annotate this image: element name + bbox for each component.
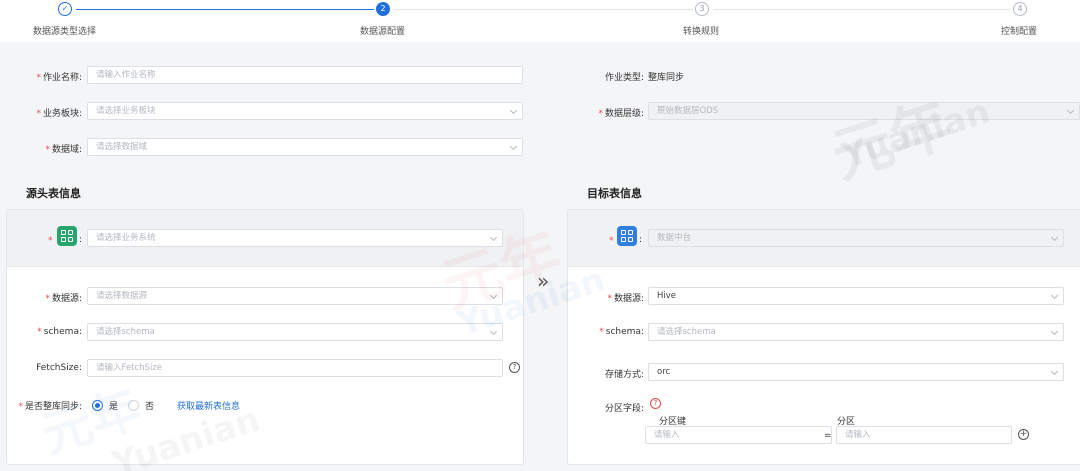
job-type-label: 作业类型: <box>604 73 644 83</box>
data-layer-select: 原始数据层ODS <box>648 102 1080 120</box>
data-platform-icon <box>617 226 637 246</box>
source-schema-select[interactable]: 请选择schema <box>87 323 503 341</box>
step-bar: ✓ 2 3 4 数据源类型选择 数据源配置 转换规则 控制配置 <box>0 0 1080 42</box>
chevron-down-icon <box>1050 291 1059 300</box>
step-1-label[interactable]: 数据源类型选择 <box>33 24 96 37</box>
full-sync-label: * 是否整库同步: <box>18 402 82 412</box>
source-system-colon: : <box>79 235 83 245</box>
data-domain-select[interactable]: 请选择数据域 <box>87 138 523 156</box>
source-schema-label: * schema: <box>37 327 82 337</box>
chevron-down-icon <box>509 142 518 151</box>
job-name-input[interactable]: 请输入作业名称 <box>87 66 523 84</box>
chevron-down-icon <box>509 106 518 115</box>
step-4-label[interactable]: 控制配置 <box>1001 24 1037 37</box>
target-schema-label: * schema: <box>599 327 644 337</box>
job-type-value: 整库同步 <box>648 73 685 83</box>
step-2-connector <box>394 9 693 10</box>
partition-key-input[interactable]: 请输入 <box>645 426 832 444</box>
transfer-arrow-icon: » <box>537 269 550 293</box>
add-partition-icon[interactable]: + <box>1018 429 1029 440</box>
full-sync-no-label[interactable]: 否 <box>145 399 154 412</box>
watermark-logo-cn: 元年 <box>823 88 960 193</box>
target-system-required: * <box>609 236 614 246</box>
full-sync-no-radio[interactable] <box>128 400 139 411</box>
job-name-label: * 作业名称: <box>36 73 82 83</box>
chevron-down-icon <box>489 233 498 242</box>
config-area: * 作业名称: 请输入作业名称 * 业务板块: 请选择业务板块 * 数据域: 请选择数… <box>0 42 1080 471</box>
step-2-indicator[interactable]: 2 <box>376 2 390 16</box>
full-sync-yes-radio[interactable] <box>92 400 103 411</box>
partition-equals: = <box>824 431 832 441</box>
partition-help-icon[interactable]: ? <box>650 398 661 409</box>
step-3-indicator[interactable]: 3 <box>695 2 709 16</box>
chevron-down-icon <box>1066 106 1075 115</box>
source-datasource-label: * 数据源: <box>45 294 82 304</box>
business-system-icon <box>57 226 77 246</box>
target-datasource-label: * 数据源: <box>607 294 644 304</box>
target-system-colon: : <box>639 235 643 245</box>
chevron-down-icon <box>1050 233 1059 242</box>
step-1-connector <box>76 9 374 10</box>
storage-format-label: 存储方式: <box>604 370 644 380</box>
refresh-table-info-link[interactable]: 获取最新表信息 <box>177 399 240 412</box>
step-3-label[interactable]: 转换规则 <box>683 24 719 37</box>
source-datasource-select[interactable]: 请选择数据源 <box>87 287 503 305</box>
target-section-title: 目标表信息 <box>587 187 642 200</box>
step-2-label[interactable]: 数据源配置 <box>360 24 405 37</box>
business-label: * 业务板块: <box>36 109 82 119</box>
data-layer-label: * 数据层级: <box>598 109 644 119</box>
fetchsize-help-icon[interactable]: ? <box>509 362 520 373</box>
fetchsize-input[interactable]: 请输入FetchSize <box>87 359 503 377</box>
step-4-indicator[interactable]: 4 <box>1013 2 1027 16</box>
partition-field-label: 分区字段: <box>604 404 644 414</box>
chevron-down-icon <box>489 291 498 300</box>
chevron-down-icon <box>1050 327 1059 336</box>
source-system-required: * <box>48 236 53 246</box>
business-system-select[interactable]: 请选择业务系统 <box>87 229 503 247</box>
data-domain-label: * 数据域: <box>45 145 82 155</box>
data-platform-select: 数据中台 <box>648 229 1064 247</box>
fetchsize-label: FetchSize: <box>36 363 82 373</box>
full-sync-yes-label[interactable]: 是 <box>109 399 118 412</box>
chevron-down-icon <box>489 327 498 336</box>
step-1-check-icon[interactable]: ✓ <box>58 2 72 16</box>
step-3-connector <box>713 9 1011 10</box>
source-section-title: 源头表信息 <box>26 187 81 200</box>
target-schema-select[interactable]: 请选择schema <box>648 323 1064 341</box>
business-select[interactable]: 请选择业务板块 <box>87 102 523 120</box>
partition-value-input[interactable]: 请输入 <box>836 426 1012 444</box>
storage-format-select[interactable]: orc <box>648 363 1064 381</box>
chevron-down-icon <box>1050 367 1059 376</box>
target-datasource-select[interactable]: Hive <box>648 287 1064 305</box>
